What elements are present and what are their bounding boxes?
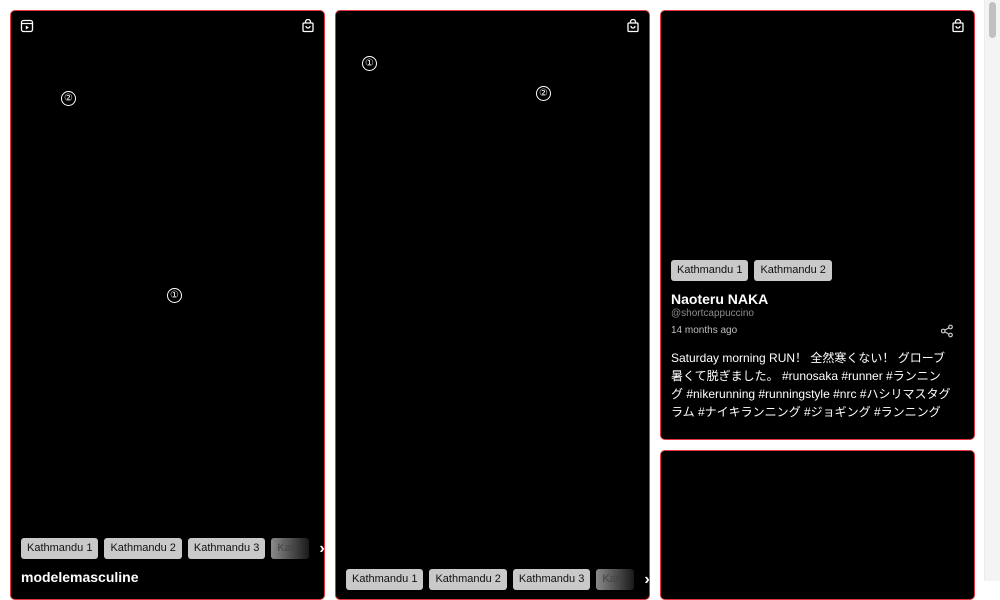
tag-item[interactable]: Kathmandu 3 [187, 538, 266, 559]
tag-item[interactable]: Kathmandu 1 [346, 569, 424, 590]
play-square-icon[interactable] [20, 19, 34, 33]
page-scrollbar[interactable] [984, 0, 1000, 581]
marker-1: ① [167, 288, 182, 303]
username[interactable]: Naoteru NAKA [671, 291, 768, 307]
tag-row: Kathmandu 1 Kathmandu 2 Kathmandu 3 Kat … [21, 538, 324, 559]
chevron-right-icon[interactable]: › [319, 538, 324, 559]
scrollbar-thumb[interactable] [989, 2, 996, 38]
caption: Saturday morning RUN！ 全然寒くない！ グローブ暑くて脱ぎま… [671, 351, 951, 419]
user-handle[interactable]: @shortcappuccino [671, 308, 754, 319]
tag-item[interactable]: Kathmandu 3 [512, 569, 591, 590]
shopping-bag-icon[interactable] [301, 19, 315, 33]
video-card-2[interactable]: ① ② Kathmandu 1 Kathmandu 2 Kathmandu 3 … [335, 10, 650, 600]
tag-item[interactable]: Kat [596, 569, 635, 590]
tag-item[interactable]: Kat [271, 538, 310, 559]
marker-2: ② [536, 86, 551, 101]
tag-item[interactable]: Kathmandu 2 [104, 538, 182, 559]
shopping-bag-icon[interactable] [951, 19, 965, 33]
shopping-bag-icon[interactable] [626, 19, 640, 33]
share-icon[interactable] [940, 324, 954, 338]
tag-item[interactable]: Kathmandu 2 [754, 260, 832, 281]
post-age: 14 months ago [671, 325, 738, 336]
tag-item[interactable]: Kathmandu 1 [21, 538, 99, 559]
video-card-3[interactable]: Kathmandu 1 Kathmandu 2 Naoteru NAKA @sh… [660, 10, 975, 440]
tag-row: Kathmandu 1 Kathmandu 2 [671, 260, 832, 281]
marker-2: ② [61, 91, 76, 106]
marker-1: ① [362, 56, 377, 71]
video-card-4[interactable] [660, 450, 975, 600]
tag-row: Kathmandu 1 Kathmandu 2 Kathmandu 3 Kat … [346, 569, 649, 590]
tag-item[interactable]: Kathmandu 2 [429, 569, 507, 590]
username[interactable]: modelemasculine [21, 569, 139, 585]
video-card-1[interactable]: ② ① Kathmandu 1 Kathmandu 2 Kathmandu 3 … [10, 10, 325, 600]
chevron-right-icon[interactable]: › [644, 569, 649, 590]
tag-item[interactable]: Kathmandu 1 [671, 260, 749, 281]
